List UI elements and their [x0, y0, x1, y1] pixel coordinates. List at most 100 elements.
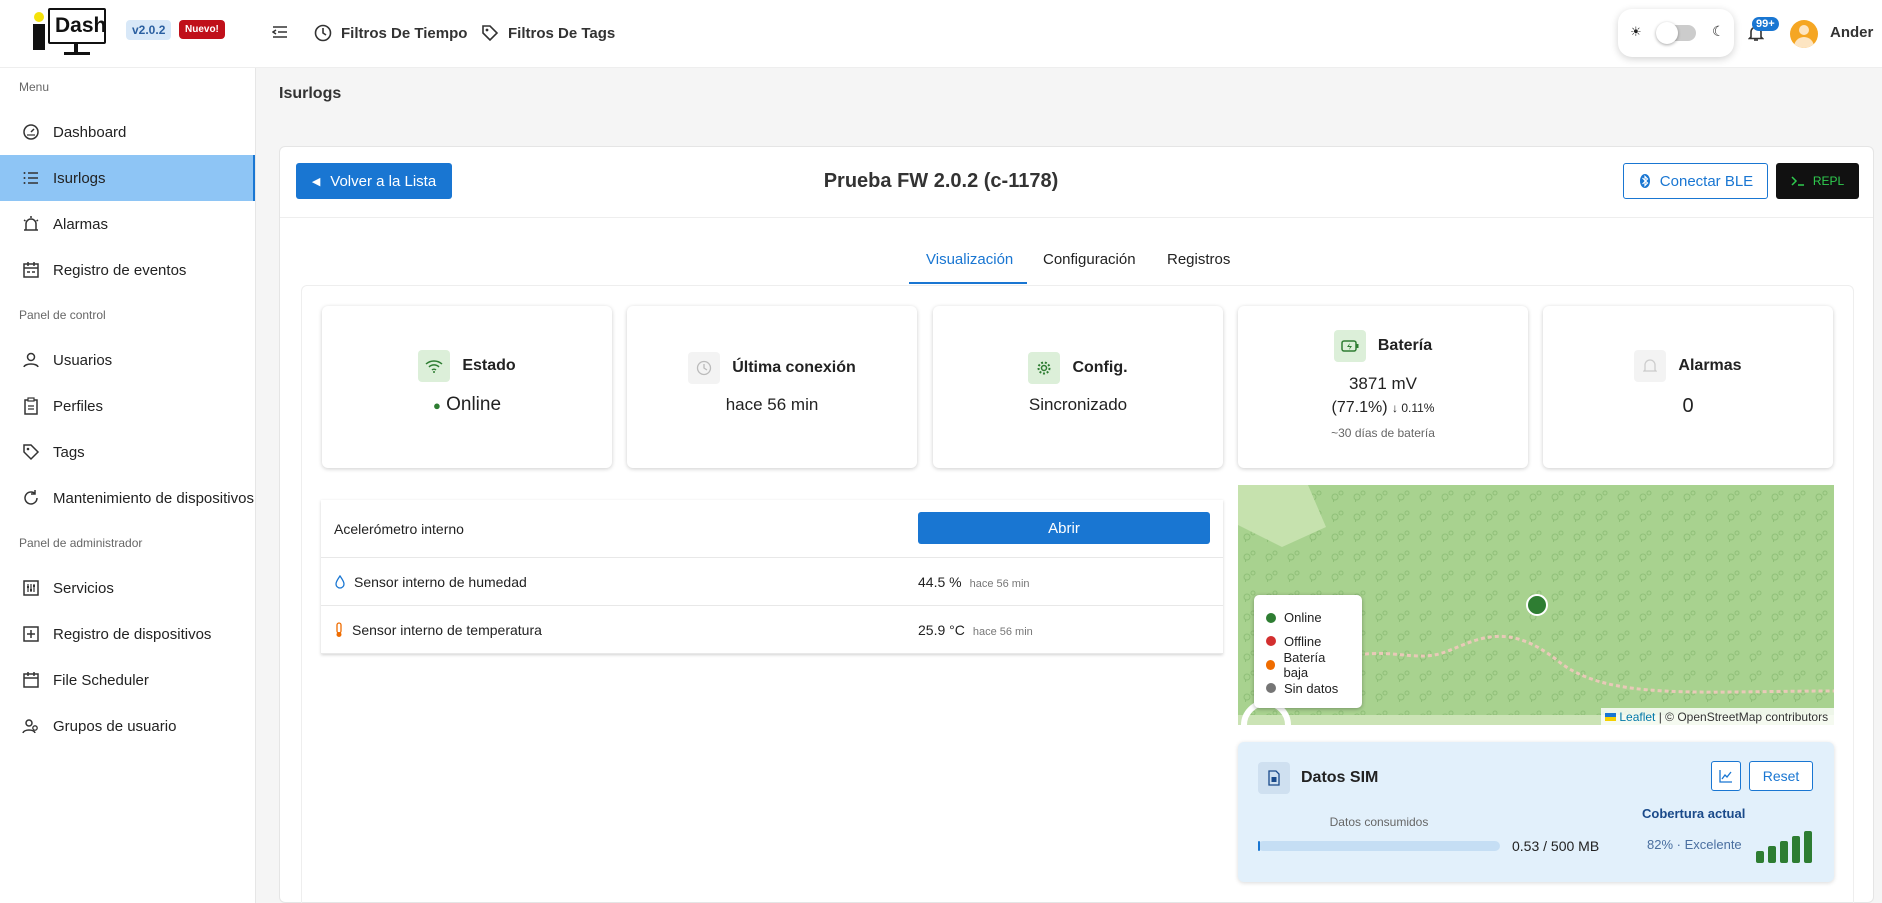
bluetooth-icon	[1639, 174, 1650, 188]
time-filters-button[interactable]: Filtros De Tiempo	[313, 23, 467, 43]
siren-icon	[23, 216, 39, 231]
ukraine-flag-icon	[1605, 713, 1616, 721]
tab-visualizacion[interactable]: Visualización	[926, 251, 1013, 268]
coverage-value: 82% · Excelente	[1647, 837, 1742, 852]
section-admin: Panel de administrador	[19, 536, 143, 550]
device-marker[interactable]	[1526, 594, 1548, 616]
sliders-icon	[23, 580, 39, 596]
sidebar-item-label: Usuarios	[53, 351, 113, 369]
gauge-icon	[23, 124, 39, 140]
users-icon	[22, 719, 38, 734]
sidebar-item-registro-dispositivos[interactable]: Registro de dispositivos	[0, 611, 255, 657]
temperature-value: 25.9 °C	[918, 621, 965, 638]
sidebar-item-mantenimiento[interactable]: Mantenimiento de dispositivos	[0, 475, 255, 521]
top-bar: Dash v2.0.2 Nuevo! Filtros De Tiempo Fil…	[0, 0, 1882, 68]
sidebar-item-label: Registro de dispositivos	[53, 625, 212, 643]
calendar-log-icon	[23, 262, 39, 278]
legend-item: Sin datos	[1266, 677, 1350, 701]
tab-indicator	[909, 282, 1027, 284]
sidebar-item-label: Tags	[53, 443, 85, 461]
humidity-time: hace 56 min	[969, 577, 1030, 590]
connect-ble-button[interactable]: Conectar BLE	[1623, 163, 1768, 199]
repl-button[interactable]: REPL	[1776, 163, 1859, 199]
config-card: Config. Sincronizado	[933, 306, 1223, 468]
sim-card-icon	[1258, 762, 1290, 794]
sidebar-toggle-button[interactable]	[272, 24, 288, 40]
user-name[interactable]: Ander	[1830, 24, 1873, 41]
battery-days: ~30 días de batería	[1331, 426, 1435, 440]
sidebar-item-label: File Scheduler	[53, 671, 149, 689]
sun-icon: ☀	[1630, 24, 1642, 39]
status-card: Estado ● Online	[322, 306, 612, 468]
sim-chart-button[interactable]	[1711, 761, 1741, 791]
logo-text: Dash	[48, 8, 106, 44]
sidebar-item-servicios[interactable]: Servicios	[0, 565, 255, 611]
user-icon	[23, 352, 39, 368]
config-value: Sincronizado	[1028, 395, 1128, 414]
sidebar-item-tags[interactable]: Tags	[0, 429, 255, 475]
clock-icon	[688, 352, 721, 384]
tag-filters-button[interactable]: Filtros De Tags	[480, 23, 615, 43]
signal-bars-icon	[1756, 831, 1814, 863]
sidebar-item-file-scheduler[interactable]: File Scheduler	[0, 657, 255, 703]
sidebar-item-dashboard[interactable]: Dashboard	[0, 109, 255, 155]
leaflet-link[interactable]: Leaflet	[1619, 710, 1655, 724]
tab-configuracion[interactable]: Configuración	[1043, 251, 1136, 268]
battery-label: Batería	[1377, 337, 1433, 354]
section-menu: Menu	[19, 80, 50, 94]
repl-label: REPL	[1812, 174, 1845, 188]
bell-icon	[1634, 350, 1667, 382]
sidebar-item-grupos[interactable]: Grupos de usuario	[0, 703, 255, 749]
sidebar-item-label: Mantenimiento de dispositivos	[53, 489, 254, 507]
sidebar-item-alarmas[interactable]: Alarmas	[0, 201, 255, 247]
sim-used-label: Datos consumidos	[1329, 815, 1429, 829]
humidity-label: Sensor interno de humedad	[354, 573, 527, 590]
last-connection-card: Última conexión hace 56 min	[627, 306, 917, 468]
theme-switch-box: ☀ ☾	[1618, 9, 1734, 57]
chart-icon	[1719, 770, 1732, 783]
open-accel-button[interactable]: Abrir	[918, 512, 1210, 544]
sidebar-item-perfiles[interactable]: Perfiles	[0, 383, 255, 429]
sidebar: Menu Dashboard Isurlogs Alarmas Registro…	[0, 68, 256, 903]
temperature-label: Sensor interno de temperatura	[352, 621, 542, 638]
battery-trend: ↓ 0.11%	[1392, 401, 1435, 415]
sidebar-item-label: Servicios	[53, 579, 114, 597]
time-filters-label: Filtros De Tiempo	[341, 24, 468, 42]
alarms-value: 0	[1682, 395, 1694, 417]
page-title: Isurlogs	[279, 85, 342, 102]
theme-toggle[interactable]	[1656, 22, 1696, 44]
sim-used-value: 0.53 / 500 MB	[1512, 838, 1600, 854]
tag-icon	[23, 444, 40, 461]
table-row: Acelerómetro interno Abrir	[321, 500, 1223, 558]
tab-registros[interactable]: Registros	[1167, 251, 1230, 268]
dash-logo[interactable]: Dash	[30, 8, 110, 55]
refresh-icon	[24, 490, 38, 505]
avatar[interactable]	[1790, 20, 1818, 48]
sidebar-item-registro-eventos[interactable]: Registro de eventos	[0, 247, 255, 293]
alarms-label: Alarmas	[1678, 357, 1742, 374]
battery-mv: 3871 mV	[1348, 374, 1418, 393]
thermometer-icon	[336, 621, 342, 637]
sim-reset-button[interactable]: Reset	[1749, 761, 1813, 791]
notifications-badge: 99+	[1752, 17, 1779, 31]
plus-square-icon	[23, 626, 39, 642]
temperature-time: hace 56 min	[972, 625, 1033, 638]
menu-collapse-icon	[272, 26, 287, 38]
sim-usage-bar	[1258, 841, 1500, 851]
legend-item: Batería baja	[1266, 650, 1350, 680]
sim-title: Datos SIM	[1301, 769, 1379, 786]
battery-pct-row: (77.1%) ↓ 0.11%	[1238, 399, 1528, 417]
new-badge: Nuevo!	[179, 20, 225, 39]
sim-usage-fill	[1258, 841, 1260, 851]
status-text: Online	[446, 394, 502, 415]
sidebar-item-label: Alarmas	[53, 215, 109, 233]
clock-history-icon	[314, 24, 332, 42]
alarms-card: Alarmas 0	[1543, 306, 1833, 468]
battery-card: Batería 3871 mV (77.1%) ↓ 0.11% ~30 días…	[1238, 306, 1528, 468]
sidebar-item-usuarios[interactable]: Usuarios	[0, 337, 255, 383]
sidebar-item-label: Perfiles	[53, 397, 104, 415]
moon-icon: ☾	[1712, 23, 1725, 39]
coverage-label: Cobertura actual	[1642, 806, 1746, 821]
calendar-icon	[23, 672, 39, 688]
tag-filters-label: Filtros De Tags	[508, 24, 616, 42]
